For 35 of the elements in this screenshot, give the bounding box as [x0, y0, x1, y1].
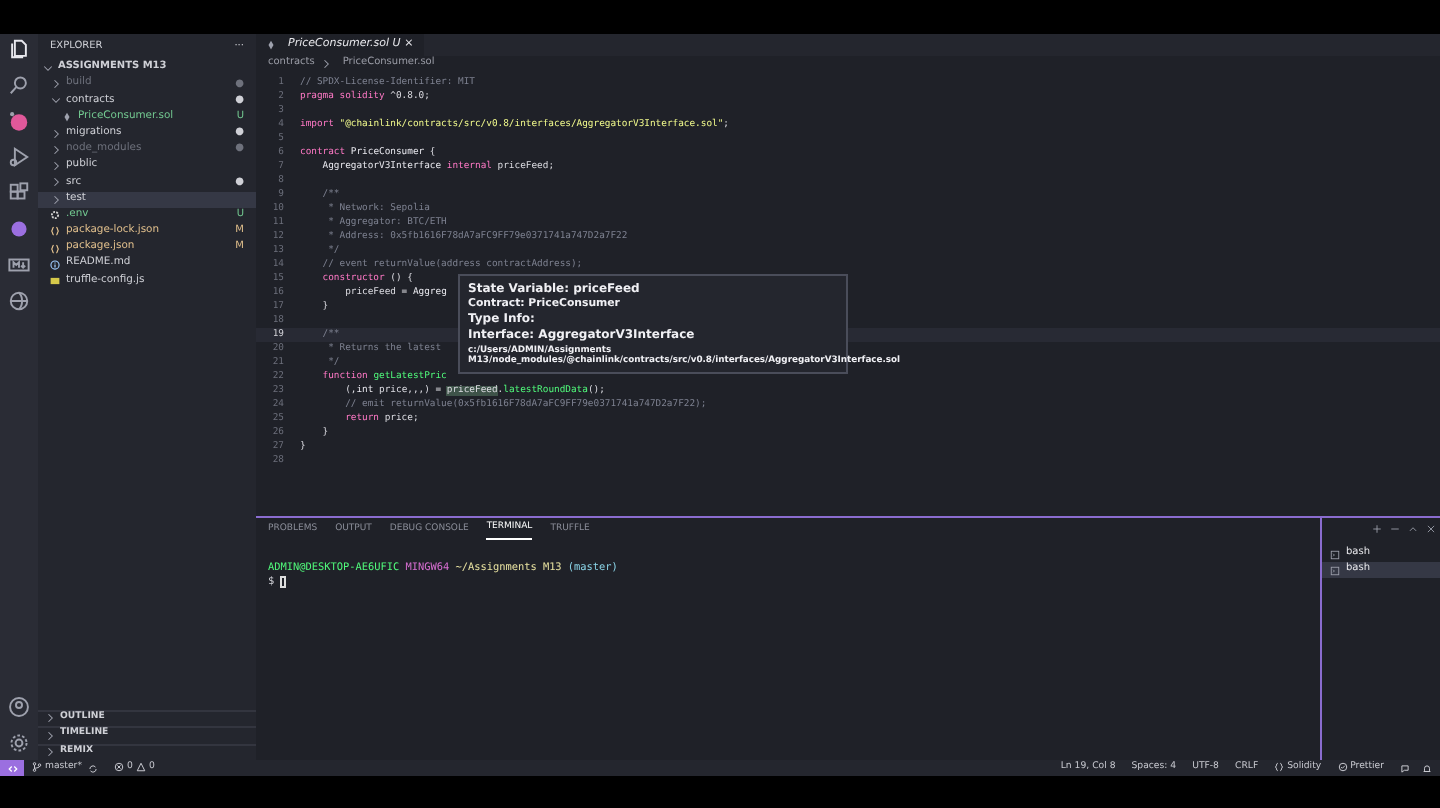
chevron-down-icon	[42, 62, 54, 75]
run-debug-icon[interactable]	[8, 146, 30, 168]
globe-icon[interactable]	[8, 290, 30, 312]
terminal-icon	[1330, 565, 1340, 575]
warning-icon	[135, 762, 146, 773]
json-file-icon	[50, 243, 60, 254]
remote-button[interactable]	[0, 760, 24, 776]
markdown-icon[interactable]	[8, 254, 30, 276]
chevron-right-icon	[320, 58, 333, 70]
sync-icon[interactable]	[88, 763, 98, 773]
info-file-icon	[50, 259, 60, 270]
error-icon	[114, 762, 124, 773]
settings-icon[interactable]	[8, 732, 30, 754]
search-icon[interactable]	[8, 74, 30, 96]
terminal-icon	[1330, 549, 1340, 559]
json-file-icon	[50, 226, 60, 237]
extensions-icon[interactable]	[8, 182, 30, 204]
env-file-icon	[50, 210, 60, 221]
feedback-icon[interactable]	[1400, 763, 1410, 773]
account-icon[interactable]	[8, 696, 30, 718]
solidity-file-icon	[266, 40, 276, 50]
check-circle-icon	[1337, 762, 1348, 773]
chevron-down-icon	[50, 94, 62, 107]
files-icon[interactable]	[8, 38, 30, 60]
braces-icon	[1274, 762, 1285, 773]
remote-icon	[7, 763, 17, 773]
terminal-cursor	[280, 575, 287, 588]
chevron-right-icon	[50, 78, 62, 91]
solidity-file-icon	[62, 112, 72, 123]
chevron-up-icon[interactable]	[1408, 524, 1418, 534]
notifications-icon[interactable]	[1422, 763, 1432, 773]
javascript-file-icon	[50, 276, 60, 287]
close-icon[interactable]	[1426, 524, 1436, 534]
branch-icon	[32, 762, 42, 773]
add-icon[interactable]	[1372, 524, 1382, 534]
